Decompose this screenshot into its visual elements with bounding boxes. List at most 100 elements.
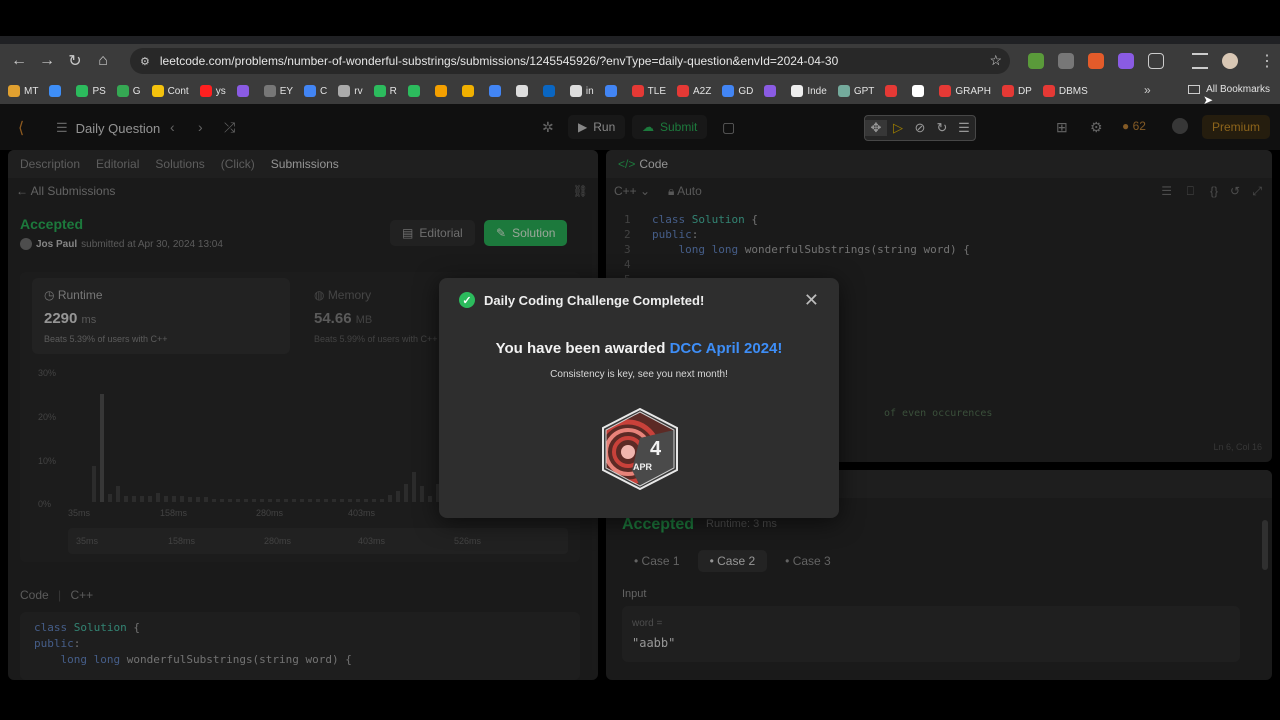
bookmark-label: in xyxy=(585,85,594,97)
bookmark-item[interactable]: PS xyxy=(76,85,106,97)
bookmark-item[interactable] xyxy=(434,85,451,97)
bookmark-label: C xyxy=(320,85,328,97)
bookmark-item[interactable]: C xyxy=(304,85,327,97)
profile-avatar[interactable] xyxy=(1222,53,1238,69)
bookmark-label: G xyxy=(132,85,141,97)
bookmark-favicon-icon xyxy=(677,85,689,97)
bookmark-item[interactable]: Inde xyxy=(791,85,827,97)
bookmark-favicon-icon xyxy=(407,85,420,97)
extension-icon[interactable] xyxy=(1088,53,1104,69)
bookmark-label: DBMS xyxy=(1058,85,1088,97)
bookmark-item[interactable]: DBMS xyxy=(1042,85,1088,97)
bookmark-item[interactable]: GD xyxy=(722,85,753,97)
bookmark-favicon-icon xyxy=(542,85,555,97)
bookmark-favicon-icon xyxy=(434,85,447,97)
bookmark-item[interactable] xyxy=(604,85,621,97)
back-icon[interactable]: ← xyxy=(8,50,30,72)
bookmark-label: A2Z xyxy=(693,85,712,97)
bookmark-item[interactable] xyxy=(407,85,424,97)
bookmark-label: rv xyxy=(354,85,363,97)
bookmark-label: TLE xyxy=(647,85,666,97)
bookmark-favicon-icon xyxy=(885,85,898,97)
mouse-cursor-icon: ➤ xyxy=(1203,93,1214,107)
bookmark-favicon-icon xyxy=(338,85,351,97)
bookmark-item[interactable] xyxy=(885,85,901,97)
bookmark-favicon-icon xyxy=(488,85,501,97)
url-text[interactable]: leetcode.com/problems/number-of-wonderfu… xyxy=(160,54,838,68)
bookmark-item[interactable]: G xyxy=(116,85,141,97)
bookmark-item[interactable]: TLE xyxy=(631,85,666,97)
bookmark-label: GPT xyxy=(853,85,875,97)
bookmark-item[interactable] xyxy=(912,85,928,97)
browser-tab-strip xyxy=(0,36,1280,44)
folder-icon xyxy=(1188,85,1201,94)
extension-icon[interactable] xyxy=(1028,53,1044,69)
extension-icon[interactable] xyxy=(1118,53,1134,69)
bookmark-favicon-icon xyxy=(722,85,735,97)
check-circle-icon: ✓ xyxy=(459,292,475,308)
bookmark-favicon-icon xyxy=(764,85,777,97)
bookmark-item[interactable]: GRAPH xyxy=(939,85,991,97)
bookmark-favicon-icon xyxy=(304,85,317,97)
bookmark-item[interactable] xyxy=(764,85,780,97)
bookmark-favicon-icon xyxy=(1042,85,1055,97)
bookmark-favicon-icon xyxy=(461,85,474,97)
challenge-completed-dialog: ✓ Daily Coding Challenge Completed! ✕ Yo… xyxy=(439,278,839,518)
bookmark-label: Inde xyxy=(807,85,827,97)
bookmark-item[interactable]: R xyxy=(373,85,397,97)
bookmark-label: GRAPH xyxy=(955,85,991,97)
bookmark-favicon-icon xyxy=(569,85,582,97)
site-info-icon[interactable]: ⚙ xyxy=(140,55,150,68)
bookmark-item[interactable]: A2Z xyxy=(677,85,711,97)
bookmark-item[interactable] xyxy=(461,85,478,97)
award-name[interactable]: DCC April 2024! xyxy=(670,340,783,357)
menu-kebab-icon[interactable]: ⋮ xyxy=(1256,50,1278,72)
bookmark-favicon-icon xyxy=(199,85,212,97)
bookmark-item[interactable] xyxy=(542,85,559,97)
extension-icon[interactable] xyxy=(1058,53,1074,69)
bookmark-item[interactable]: MT xyxy=(8,85,38,97)
bookmark-item[interactable]: ys xyxy=(199,85,226,97)
bookmark-item[interactable]: rv xyxy=(338,85,363,97)
bookmark-item[interactable]: EY xyxy=(263,85,294,97)
bookmark-favicon-icon xyxy=(49,85,62,97)
bookmark-favicon-icon xyxy=(151,85,164,97)
badge-month: APR xyxy=(633,462,653,472)
home-icon[interactable]: ⌂ xyxy=(92,50,114,72)
all-bookmarks-label: All Bookmarks xyxy=(1206,84,1270,95)
bookmark-favicon-icon xyxy=(8,85,20,97)
bookmarks-overflow-icon[interactable]: » xyxy=(1144,83,1151,97)
extensions-puzzle-icon[interactable] xyxy=(1148,53,1164,69)
badge-number: 4 xyxy=(650,438,662,460)
omnibox[interactable]: ⚙ leetcode.com/problems/number-of-wonder… xyxy=(130,48,1010,74)
close-icon[interactable]: ✕ xyxy=(804,290,819,311)
bookmark-item[interactable]: in xyxy=(569,85,594,97)
bookmark-item[interactable]: Cont xyxy=(151,85,189,97)
bookmark-label: DP xyxy=(1017,85,1032,97)
all-bookmarks-button[interactable]: All Bookmarks xyxy=(1188,84,1270,95)
bookmark-item[interactable]: GPT xyxy=(837,85,875,97)
dialog-title: Daily Coding Challenge Completed! xyxy=(484,292,705,308)
browser-address-row: ← → ↻ ⌂ ⚙ leetcode.com/problems/number-o… xyxy=(0,44,1280,78)
bookmark-item[interactable] xyxy=(236,85,253,97)
bookmark-item[interactable]: DP xyxy=(1001,85,1032,97)
bookmark-item[interactable] xyxy=(515,85,532,97)
bookmark-label: GD xyxy=(738,85,754,97)
bookmark-label: EY xyxy=(279,85,294,97)
bookmark-item[interactable] xyxy=(49,85,65,97)
bookmark-favicon-icon xyxy=(515,85,528,97)
bookmark-star-icon[interactable]: ☆ xyxy=(989,52,1002,69)
dcc-badge-icon: 4 APR xyxy=(602,407,678,491)
bookmark-favicon-icon xyxy=(76,85,89,97)
bookmark-favicon-icon xyxy=(791,85,804,97)
award-message: You have been awarded DCC April 2024! xyxy=(439,340,839,357)
bookmark-favicon-icon xyxy=(604,85,617,97)
reload-icon[interactable]: ↻ xyxy=(64,50,86,72)
bookmark-favicon-icon xyxy=(263,85,276,97)
bookmark-label: Cont xyxy=(167,85,189,97)
media-icon[interactable] xyxy=(1192,53,1208,69)
forward-icon[interactable]: → xyxy=(36,50,58,72)
bookmark-item[interactable] xyxy=(488,85,505,97)
bookmark-favicon-icon xyxy=(837,85,850,97)
bookmark-label: PS xyxy=(92,85,106,97)
